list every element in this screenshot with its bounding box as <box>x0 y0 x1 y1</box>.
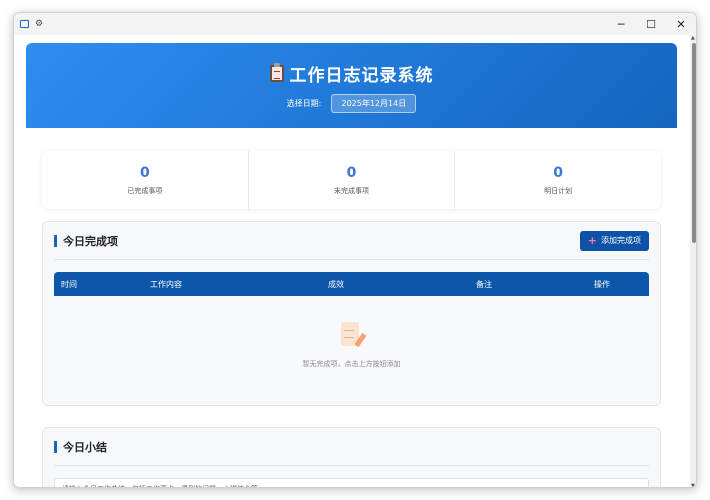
minimize-button[interactable]: ─ <box>606 13 636 35</box>
column-header-notes: 备注 <box>476 279 492 289</box>
empty-state-text: 暂无完成项，点击上方按钮添加 <box>302 359 401 368</box>
section-title: 今日小结 <box>63 440 107 454</box>
stat-value: 0 <box>346 164 357 181</box>
scroll-down-arrow-icon[interactable]: ▼ <box>691 483 695 487</box>
app-container: 工作日志记录系统 选择日期: 2025年12月14日 0 已完成事项 0 未完成… <box>26 43 677 487</box>
stat-label: 已完成事项 <box>127 186 163 195</box>
summary-textarea[interactable]: 请输入今日工作总结，包括工作亮点、遇到的问题、心得体会等... <box>54 478 649 487</box>
column-header-content: 工作内容 <box>150 279 182 289</box>
column-header-time: 时间 <box>61 279 77 289</box>
stat-label: 明日计划 <box>544 186 573 195</box>
stats-card: 0 已完成事项 0 未完成事项 0 明日计划 <box>42 151 661 209</box>
stat-value: 0 <box>553 164 564 181</box>
column-header-actions: 操作 <box>594 279 610 289</box>
stat-incomplete: 0 未完成事项 <box>249 151 456 209</box>
empty-state: 暂无完成项，点击上方按钮添加 <box>54 296 649 394</box>
stat-tomorrow: 0 明日计划 <box>455 151 661 209</box>
page-title: 工作日志记录系统 <box>289 66 434 86</box>
section-accent-bar <box>54 234 57 247</box>
header: 工作日志记录系统 选择日期: 2025年12月14日 <box>26 43 677 128</box>
window-app-icon <box>20 20 29 28</box>
plus-icon: + <box>587 234 597 247</box>
table-header: 时间 工作内容 成效 备注 操作 <box>54 272 649 296</box>
section-title: 今日完成项 <box>63 234 118 248</box>
completed-items-panel: 今日完成项 + 添加完成项 时间 工作内容 成效 备注 操作 暂无完成项，点击上… <box>42 221 661 406</box>
maximize-button[interactable]: ☐ <box>636 13 666 35</box>
stat-completed: 0 已完成事项 <box>42 151 249 209</box>
scrollbar-thumb[interactable] <box>692 43 696 243</box>
column-header-result: 成效 <box>328 279 344 289</box>
stat-label: 未完成事项 <box>334 186 369 195</box>
daily-summary-panel: 今日小结 请输入今日工作总结，包括工作亮点、遇到的问题、心得体会等... <box>42 427 661 487</box>
add-completed-item-button[interactable]: + 添加完成项 <box>579 230 649 251</box>
stat-value: 0 <box>139 164 150 181</box>
app-window: ⚙ ─ ☐ ✕ 工作日志记录系统 选择日期: 2025年12月14日 0 已完成… <box>13 12 697 488</box>
completed-items-table: 时间 工作内容 成效 备注 操作 暂无完成项，点击上方按钮添加 <box>54 272 649 394</box>
date-label: 选择日期: <box>286 99 322 108</box>
empty-document-icon <box>340 321 367 349</box>
section-accent-bar <box>54 440 57 453</box>
content-area: 工作日志记录系统 选择日期: 2025年12月14日 0 已完成事项 0 未完成… <box>14 35 696 487</box>
date-picker-input[interactable]: 2025年12月14日 <box>331 94 417 113</box>
settings-gear-icon[interactable]: ⚙ <box>35 19 43 29</box>
add-button-label: 添加完成项 <box>601 236 641 245</box>
title-bar[interactable]: ⚙ ─ ☐ ✕ <box>14 13 696 35</box>
scroll-up-arrow-icon[interactable]: ▲ <box>691 35 695 41</box>
close-button[interactable]: ✕ <box>666 13 696 35</box>
vertical-scrollbar[interactable]: ▲ ▼ <box>690 35 696 487</box>
clipboard-icon <box>269 63 284 82</box>
